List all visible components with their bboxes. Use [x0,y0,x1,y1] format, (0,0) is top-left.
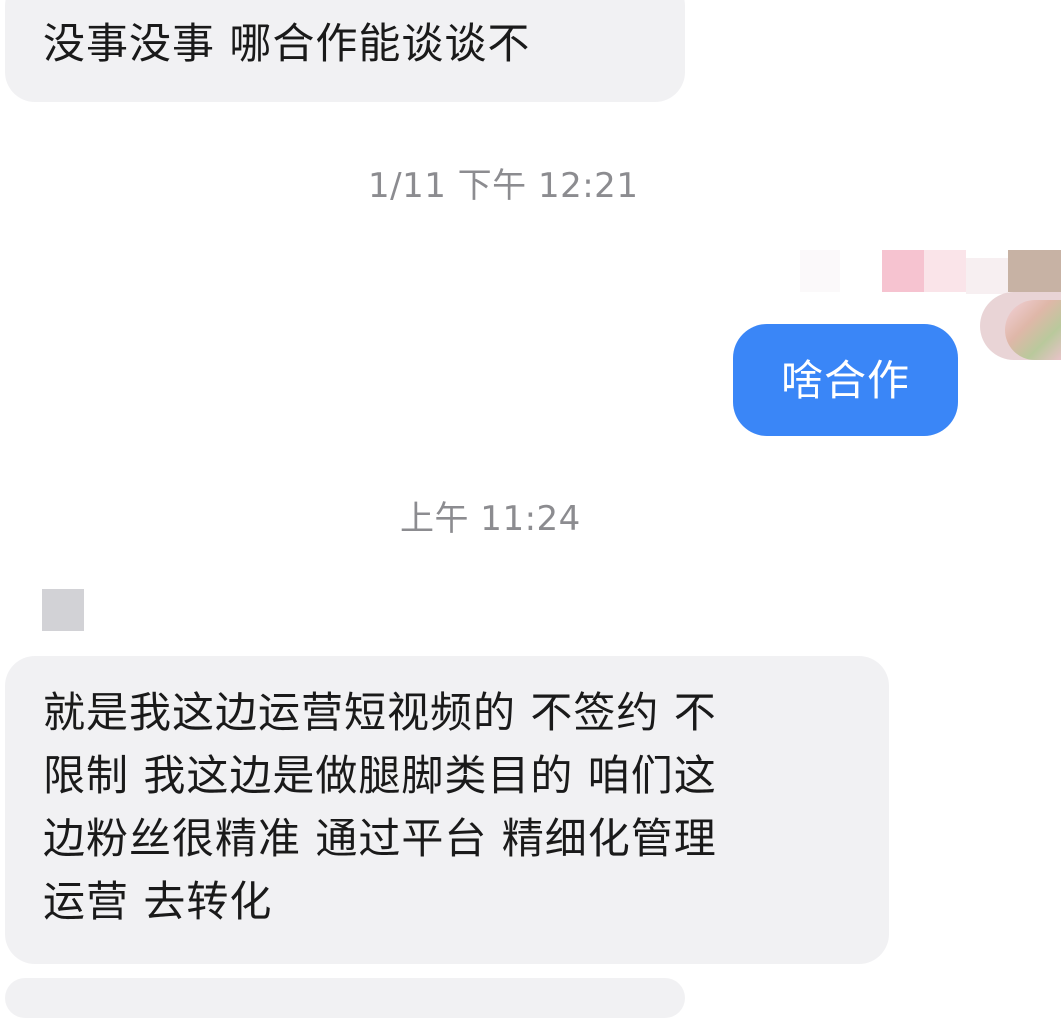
avatar-mosaic-block [800,250,840,292]
outgoing-message-bubble[interactable]: 啥合作 [733,324,958,436]
message-line: 运营 去转化 [43,877,273,926]
message-text: 啥合作 [780,355,910,405]
message-line: 边粉丝很精准 通过平台 精细化管理 [43,814,717,863]
avatar-mosaic-block [966,258,1008,294]
avatar-photo-detail [1005,300,1061,360]
incoming-message-bubble[interactable]: 没事没事 哪合作能谈谈不 [5,0,685,102]
incoming-message-bubble[interactable]: 就是我这边运营短视频的 不签约 不 限制 我这边是做腿脚类目的 咱们这 边粉丝很… [5,656,889,964]
message-line: 就是我这边运营短视频的 不签约 不 [43,688,717,737]
incoming-message-bubble-partial[interactable] [5,978,685,1018]
avatar-mosaic-block [1008,250,1061,292]
avatar-mosaic-block [882,250,924,292]
sender-avatar[interactable] [42,589,84,631]
chat-thread[interactable]: 没事没事 哪合作能谈谈不 1/11 下午 12:21 啥合作 上午 11:24 … [0,0,1061,1018]
avatar-mosaic-block [924,250,966,292]
message-line: 限制 我这边是做腿脚类目的 咱们这 [43,751,717,800]
message-text: 没事没事 哪合作能谈谈不 [43,19,531,68]
timestamp: 1/11 下午 12:21 [368,166,639,206]
timestamp: 上午 11:24 [400,499,581,539]
